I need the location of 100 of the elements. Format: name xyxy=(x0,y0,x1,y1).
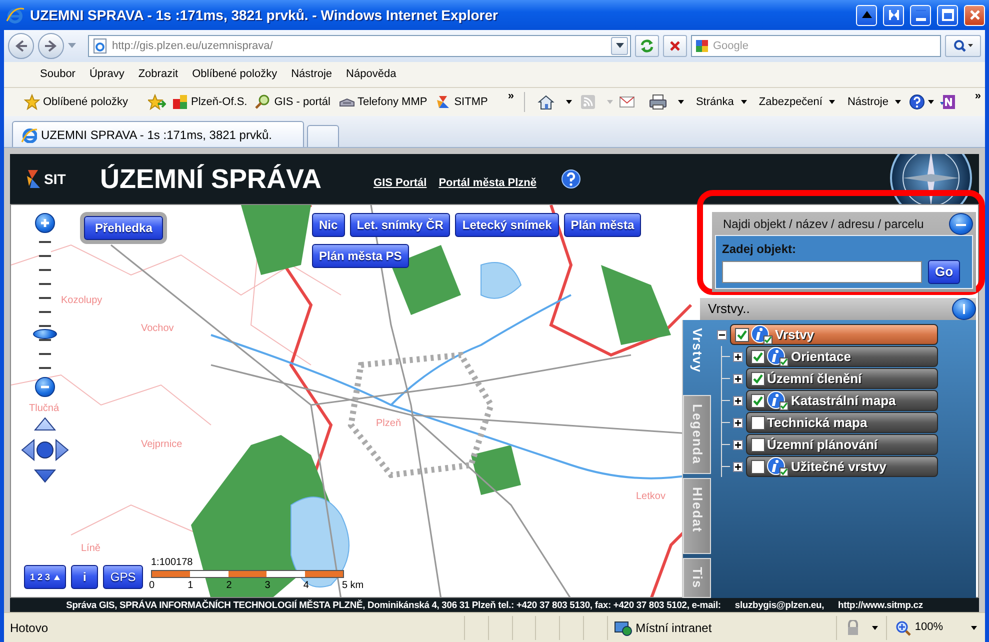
menu-item[interactable]: Úpravy xyxy=(89,66,124,83)
help-icon[interactable] xyxy=(560,169,581,189)
favorite-link[interactable]: Plzeň-Of.S. xyxy=(170,94,250,110)
status-text: Hotovo xyxy=(10,620,50,636)
basemap-button[interactable]: Plán města xyxy=(564,213,642,237)
squares-icon xyxy=(172,94,188,110)
search-field[interactable]: Google xyxy=(713,38,938,54)
toolbar-menu[interactable]: Zabezpečení xyxy=(756,94,838,110)
expand-toggle[interactable] xyxy=(733,462,743,472)
gps-button[interactable]: GPS xyxy=(103,565,143,589)
check-icon xyxy=(753,352,763,362)
panel-title: Vrstvy.. xyxy=(708,300,750,318)
ruler-button[interactable]: 1 2 3 xyxy=(24,565,66,589)
menu-item[interactable]: Oblíbené položky xyxy=(192,66,278,83)
pan-control[interactable] xyxy=(21,417,69,483)
overflow-chevron[interactable]: » xyxy=(508,88,514,104)
checkbox[interactable] xyxy=(751,416,765,430)
favorite-link[interactable]: Telefony MMP xyxy=(336,94,430,110)
collapse-toggle[interactable] xyxy=(717,330,727,340)
layer-item[interactable]: Technická mapa xyxy=(746,412,938,433)
zoom-button[interactable]: 100% xyxy=(886,616,986,640)
scale-label: 5 km xyxy=(342,579,365,593)
menu-item[interactable]: Zobrazit xyxy=(138,66,178,83)
layer-item[interactable]: Katastrální mapa xyxy=(746,390,938,411)
info-button[interactable]: i xyxy=(71,565,98,589)
address-bar[interactable]: http://gis.plzen.eu/uzemnisprava/ xyxy=(88,35,631,57)
search-bar[interactable]: Google xyxy=(691,35,941,57)
window-title: UZEMNI SPRAVA - 1s :171ms, 3821 prvků. - Windows Internet Explorer xyxy=(30,6,499,25)
zone-text: Místní intranet xyxy=(636,620,712,636)
expand-toggle[interactable] xyxy=(733,418,743,428)
toolbar-menu[interactable]: Nástroje xyxy=(845,94,904,110)
mail-icon[interactable] xyxy=(618,95,635,109)
basemap-button[interactable]: Let. snímky ČR xyxy=(350,213,450,237)
expand-toggle[interactable] xyxy=(733,396,743,406)
page-icon xyxy=(92,38,108,54)
favorites-button[interactable]: Oblíbené položky xyxy=(22,94,130,110)
address-field[interactable]: http://gis.plzen.eu/uzemnisprava/ xyxy=(112,38,607,54)
expand-toggle[interactable] xyxy=(733,374,743,384)
header-link[interactable]: Portál města Plzně xyxy=(438,174,537,192)
footer-link[interactable]: http://www.sitmp.cz xyxy=(838,598,923,612)
favorite-link[interactable]: GIS - portál xyxy=(253,94,332,110)
footer-link[interactable]: sluzbygis@plzen.eu, xyxy=(734,598,824,612)
info-icon[interactable] xyxy=(767,346,789,366)
place-label: Plzeň xyxy=(376,417,402,431)
place-label: Kozolupy xyxy=(61,294,102,308)
collapse-button[interactable] xyxy=(949,212,973,234)
layer-item[interactable]: Územní členění xyxy=(746,368,938,389)
forward-button[interactable] xyxy=(38,33,64,59)
checkbox[interactable] xyxy=(735,328,749,342)
menu-item[interactable]: Nástroje xyxy=(291,66,332,83)
basemap-button[interactable]: Plán města PS xyxy=(312,244,409,268)
refresh-icon xyxy=(639,38,655,54)
dropdown-icon[interactable] xyxy=(611,37,628,55)
maximize-button[interactable] xyxy=(937,4,958,26)
expand-toggle[interactable] xyxy=(733,440,743,450)
slider-thumb[interactable] xyxy=(33,328,57,339)
basemap-button[interactable]: Nic xyxy=(312,213,345,237)
toolbar-menu[interactable]: Stránka xyxy=(694,94,749,110)
go-button[interactable]: Go xyxy=(928,260,960,284)
place-label: Vochov xyxy=(141,322,174,336)
info-icon[interactable] xyxy=(767,456,789,476)
info-icon[interactable] xyxy=(751,324,773,344)
minimize-button[interactable] xyxy=(910,4,931,26)
plus-icon xyxy=(39,217,51,229)
back-arrow-icon xyxy=(14,39,28,53)
expand-toggle[interactable] xyxy=(733,352,743,362)
checkbox[interactable] xyxy=(751,394,765,408)
back-button[interactable] xyxy=(8,33,34,59)
favorite-link[interactable]: SITMP xyxy=(433,94,490,110)
menu-item[interactable]: Soubor xyxy=(40,66,76,83)
info-icon[interactable] xyxy=(767,390,789,410)
title-bar-button[interactable] xyxy=(856,4,877,26)
basemap-button[interactable]: Letecký snímek xyxy=(455,213,559,237)
layer-item[interactable]: Orientace xyxy=(746,346,938,367)
layer-item[interactable]: Územní plánování xyxy=(746,434,938,455)
notebook-icon[interactable] xyxy=(940,94,956,110)
check-icon xyxy=(753,374,763,384)
checkbox[interactable] xyxy=(751,438,765,452)
header-link[interactable]: GIS Portál xyxy=(374,174,427,192)
browser-tab[interactable]: UZEMNI SPRAVA - 1s :171ms, 3821 prvků. xyxy=(12,121,304,147)
search-icon xyxy=(953,39,973,53)
help-button[interactable] xyxy=(907,94,936,110)
menu-item[interactable]: Nápověda xyxy=(346,66,396,83)
layer-item[interactable]: Užitečné vrstvy xyxy=(746,456,938,477)
stop-button[interactable] xyxy=(663,35,687,57)
checkbox[interactable] xyxy=(751,460,765,474)
check-icon xyxy=(753,396,763,406)
place-label: Vejprnice xyxy=(141,438,182,452)
close-button[interactable] xyxy=(964,4,985,26)
search-button[interactable] xyxy=(945,35,981,57)
search-input[interactable] xyxy=(722,261,922,283)
add-favorite-icon[interactable] xyxy=(148,94,166,110)
refresh-button[interactable] xyxy=(635,35,659,57)
print-button[interactable] xyxy=(646,94,686,110)
overflow-chevron[interactable]: » xyxy=(974,88,981,104)
side-tab[interactable]: Vrstvy xyxy=(683,320,711,392)
checkbox[interactable] xyxy=(751,372,765,386)
checkbox[interactable] xyxy=(751,350,765,364)
help-icon xyxy=(909,94,926,110)
panel-button[interactable] xyxy=(952,298,976,320)
